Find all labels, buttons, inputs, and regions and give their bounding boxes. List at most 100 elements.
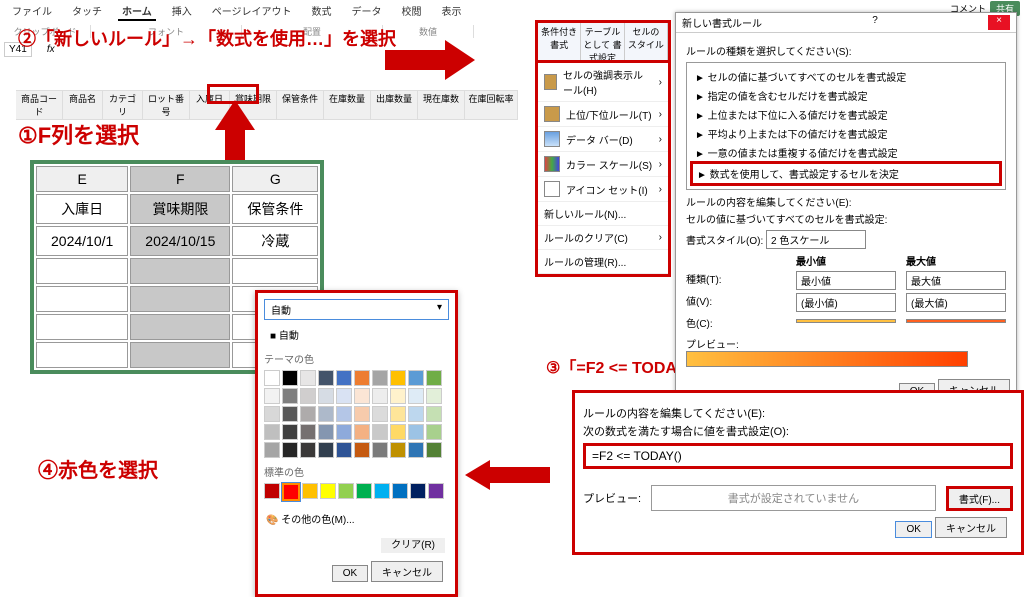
color-swatch[interactable]	[318, 424, 334, 440]
cell[interactable]: 冷蔵	[232, 226, 318, 256]
tab-formulas[interactable]: 数式	[308, 2, 336, 21]
more-colors-option[interactable]: 🎨 その他の色(M)...	[264, 505, 449, 532]
color-swatch[interactable]	[336, 388, 352, 404]
color-swatch[interactable]	[356, 483, 372, 499]
conditional-format-button[interactable]: 条件付き 書式	[538, 23, 581, 61]
cell[interactable]	[36, 342, 128, 368]
color-swatch[interactable]	[336, 442, 352, 458]
hdr-cell[interactable]: 入庫日	[36, 194, 128, 224]
color-swatch[interactable]	[300, 424, 316, 440]
col-e[interactable]: E	[36, 166, 128, 192]
menu-clear-rules[interactable]: ルールのクリア(C)›	[538, 226, 668, 250]
cell[interactable]	[130, 342, 230, 368]
color-swatch[interactable]	[428, 483, 444, 499]
clear-button[interactable]: クリア(R)	[381, 538, 445, 553]
color-swatch[interactable]	[354, 388, 370, 404]
close-icon[interactable]: ×	[988, 15, 1010, 30]
rule-type-option[interactable]: ► 一意の値または重複する値だけを書式設定	[691, 143, 1001, 162]
menu-top-bottom[interactable]: 上位/下位ルール(T)›	[538, 102, 668, 127]
color-swatch[interactable]	[264, 388, 280, 404]
color-swatch[interactable]	[282, 406, 298, 422]
help-icon[interactable]: ?	[872, 15, 878, 30]
cell[interactable]: 2024/10/15	[130, 226, 230, 256]
format-as-table-button[interactable]: テーブルとして 書式設定	[581, 23, 624, 61]
max-color-select[interactable]	[906, 319, 1006, 323]
color-swatch[interactable]	[408, 442, 424, 458]
cell-styles-button[interactable]: セルの スタイル	[625, 23, 668, 61]
color-swatch[interactable]	[390, 388, 406, 404]
menu-highlight-rules[interactable]: セルの強調表示ルール(H)›	[538, 63, 668, 102]
color-swatch[interactable]	[282, 370, 298, 386]
color-swatch[interactable]	[410, 483, 426, 499]
rule-type-option-formula[interactable]: ► 数式を使用して、書式設定するセルを決定	[690, 161, 1002, 186]
cancel-button[interactable]: キャンセル	[935, 517, 1007, 538]
menu-color-scales[interactable]: カラー スケール(S)›	[538, 152, 668, 177]
color-swatch[interactable]	[408, 406, 424, 422]
color-swatch[interactable]	[264, 442, 280, 458]
color-swatch[interactable]	[264, 424, 280, 440]
color-swatch[interactable]	[264, 370, 280, 386]
col-g[interactable]: G	[232, 166, 318, 192]
color-swatch[interactable]	[426, 442, 442, 458]
rule-type-option[interactable]: ► 上位または下位に入る値だけを書式設定	[691, 105, 1001, 124]
tab-review[interactable]: 校閲	[398, 2, 426, 21]
ok-button[interactable]: OK	[332, 565, 368, 582]
color-swatch[interactable]	[390, 370, 406, 386]
style-select[interactable]: 2 色スケール	[766, 230, 866, 249]
color-swatch[interactable]	[390, 424, 406, 440]
menu-data-bars[interactable]: データ バー(D)›	[538, 127, 668, 152]
color-swatch[interactable]	[318, 406, 334, 422]
tab-data[interactable]: データ	[348, 2, 386, 21]
color-swatch[interactable]	[372, 388, 388, 404]
min-val-input[interactable]: (最小値)	[796, 293, 896, 312]
color-swatch[interactable]	[372, 370, 388, 386]
rule-type-option[interactable]: ► セルの値に基づいてすべてのセルを書式設定	[691, 67, 1001, 86]
color-swatch[interactable]	[318, 388, 334, 404]
cell[interactable]	[130, 258, 230, 284]
color-swatch[interactable]	[354, 406, 370, 422]
rule-type-option[interactable]: ► 指定の値を含むセルだけを書式設定	[691, 86, 1001, 105]
tab-pagelayout[interactable]: ページレイアウト	[208, 2, 296, 21]
menu-manage-rules[interactable]: ルールの管理(R)...	[538, 250, 668, 274]
tab-file[interactable]: ファイル	[8, 2, 56, 21]
color-swatch[interactable]	[372, 424, 388, 440]
color-swatch[interactable]	[392, 483, 408, 499]
max-kind-select[interactable]: 最大値	[906, 271, 1006, 290]
menu-new-rule[interactable]: 新しいルール(N)...	[538, 202, 668, 226]
rule-type-option[interactable]: ► 平均より上または下の値だけを書式設定	[691, 124, 1001, 143]
menu-icon-sets[interactable]: アイコン セット(I)›	[538, 177, 668, 202]
color-swatch[interactable]	[300, 388, 316, 404]
color-swatch[interactable]	[318, 442, 334, 458]
color-swatch[interactable]	[336, 424, 352, 440]
cell[interactable]	[130, 314, 230, 340]
color-swatch[interactable]	[300, 406, 316, 422]
tab-insert[interactable]: 挿入	[168, 2, 196, 21]
col-f[interactable]: F	[130, 166, 230, 192]
cell[interactable]	[130, 286, 230, 312]
cell[interactable]	[232, 258, 318, 284]
tab-touch[interactable]: タッチ	[68, 2, 106, 21]
auto-color-select[interactable]: 自動▾	[264, 299, 449, 320]
color-swatch[interactable]	[354, 424, 370, 440]
color-swatch[interactable]	[318, 370, 334, 386]
color-swatch[interactable]	[408, 424, 424, 440]
color-swatch[interactable]	[372, 406, 388, 422]
auto-color-option[interactable]: ■ 自動	[264, 324, 449, 345]
color-swatch[interactable]	[374, 483, 390, 499]
color-swatch[interactable]	[390, 406, 406, 422]
color-swatch[interactable]	[354, 370, 370, 386]
color-swatch[interactable]	[390, 442, 406, 458]
color-swatch[interactable]	[372, 442, 388, 458]
color-swatch[interactable]	[300, 442, 316, 458]
cell[interactable]	[36, 286, 128, 312]
color-swatch[interactable]	[264, 406, 280, 422]
color-swatch[interactable]	[408, 370, 424, 386]
color-swatch[interactable]	[282, 424, 298, 440]
hdr-cell[interactable]: 保管条件	[232, 194, 318, 224]
color-swatch[interactable]	[426, 388, 442, 404]
max-val-input[interactable]: (最大値)	[906, 293, 1006, 312]
cell[interactable]	[36, 314, 128, 340]
color-swatch[interactable]	[282, 388, 298, 404]
color-swatch[interactable]	[282, 442, 298, 458]
color-swatch[interactable]	[336, 406, 352, 422]
